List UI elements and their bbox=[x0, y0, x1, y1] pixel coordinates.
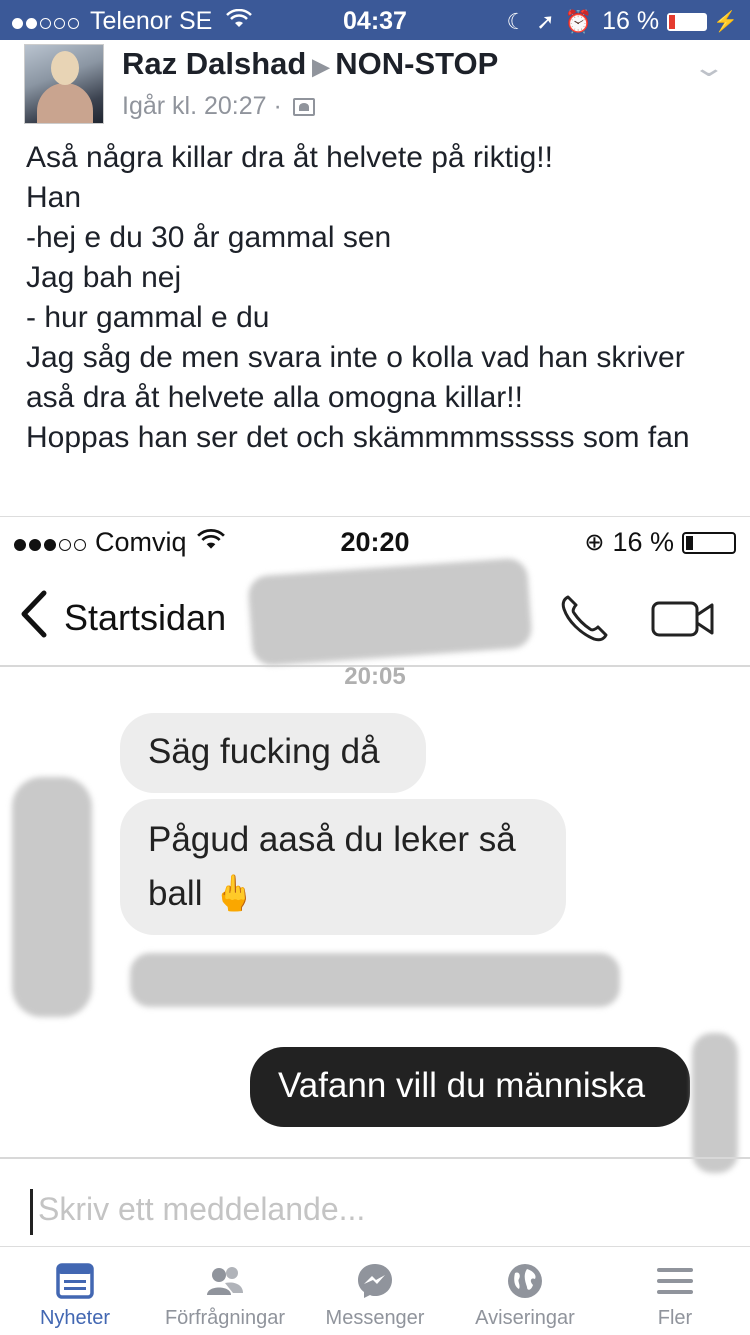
menu-icon bbox=[657, 1268, 693, 1294]
group-name[interactable]: NON-STOP bbox=[335, 46, 498, 81]
post-line: Aså några killar dra åt helvete på rikti… bbox=[26, 141, 553, 174]
redacted-sender-avatar bbox=[12, 777, 92, 1017]
status-bar: Telenor SE 04:37 ☾ ➚ ⏰ 16 % ⚡ bbox=[0, 0, 750, 40]
redacted-avatar bbox=[692, 1033, 738, 1173]
message-incoming: Säg fucking då bbox=[120, 713, 426, 793]
message-incoming: Pågud aaså du leker så ball 🖕 bbox=[120, 799, 566, 935]
bottom-tab-bar: Nyheter Förfrågningar Messenger Aviserin… bbox=[0, 1246, 750, 1334]
post-line: Jag såg de men svara inte o kolla vad ha… bbox=[26, 341, 694, 414]
post-line: Han bbox=[26, 181, 82, 214]
post-line: -hej e du 30 år gammal sen bbox=[26, 221, 392, 254]
avatar[interactable] bbox=[24, 44, 104, 124]
tab-label: Nyheter bbox=[39, 1307, 111, 1329]
post-meta: Igår kl. 20:27 · bbox=[122, 92, 315, 121]
redacted-contact-name bbox=[247, 557, 533, 667]
battery-icon bbox=[682, 531, 736, 554]
post-line: Jag bah nej bbox=[26, 261, 182, 294]
screenshot-status-right: ⊕ 16 % bbox=[584, 527, 736, 558]
text-cursor bbox=[30, 1189, 33, 1235]
screenshot-status-bar: Comviq 20:20 ⊕ 16 % bbox=[0, 517, 750, 567]
back-chevron-icon[interactable] bbox=[18, 589, 48, 639]
globe-icon bbox=[508, 1264, 542, 1298]
status-right: ☾ ➚ ⏰ 16 % ⚡ bbox=[497, 7, 738, 36]
message-text: Pågud aaså du leker så ball 🖕 bbox=[148, 820, 516, 913]
moon-icon: ☾ bbox=[506, 8, 527, 34]
charging-bolt-icon: ⚡ bbox=[713, 11, 738, 33]
tab-more[interactable]: Fler bbox=[600, 1247, 750, 1335]
video-call-icon[interactable] bbox=[650, 597, 716, 641]
tab-messenger[interactable]: Messenger bbox=[300, 1247, 450, 1335]
friend-requests-icon bbox=[207, 1267, 243, 1295]
tab-news-feed[interactable]: Nyheter bbox=[0, 1247, 150, 1335]
post-header: Raz Dalshad ▶ NON-STOP Igår kl. 20:27 · ⌄ bbox=[24, 44, 734, 124]
compose-placeholder: Skriv ett meddelande... bbox=[38, 1191, 366, 1227]
post-text: Aså några killar dra åt helvete på rikti… bbox=[26, 138, 736, 458]
message-compose-bar[interactable]: Skriv ett meddelande... bbox=[0, 1157, 750, 1246]
message-text: Säg fucking då bbox=[148, 732, 380, 771]
tab-notifications[interactable]: Aviseringar bbox=[450, 1247, 600, 1335]
battery-percent: 16 % bbox=[602, 7, 660, 35]
audience-group-icon bbox=[292, 98, 315, 117]
chevron-down-icon[interactable]: ⌄ bbox=[692, 52, 727, 83]
battery-icon bbox=[667, 12, 708, 31]
back-button-label[interactable]: Startsidan bbox=[64, 597, 226, 639]
screenshot-battery-percent: 16 % bbox=[612, 527, 674, 557]
tab-label: Messenger bbox=[325, 1307, 425, 1329]
rotation-lock-icon: ⊕ bbox=[584, 529, 605, 556]
redacted-text bbox=[130, 953, 620, 1007]
location-arrow-icon: ➚ bbox=[536, 8, 555, 34]
meta-separator: · bbox=[273, 92, 282, 120]
arrow-right-icon: ▶ bbox=[312, 54, 330, 79]
tab-label: Förfrågningar bbox=[164, 1307, 286, 1329]
post-image-screenshot[interactable]: Comviq 20:20 ⊕ 16 % Startsidan 20:05 Säg… bbox=[0, 516, 750, 1246]
tab-label: Aviseringar bbox=[475, 1307, 575, 1329]
tab-friend-requests[interactable]: Förfrågningar bbox=[150, 1247, 300, 1335]
tab-label: Fler bbox=[657, 1307, 693, 1329]
message-outgoing: Vafann vill du människa bbox=[250, 1047, 690, 1127]
conversation-nav-bar: Startsidan bbox=[0, 557, 750, 667]
post-line: Hoppas han ser det och skämmmmsssss som … bbox=[26, 421, 690, 454]
news-feed-icon bbox=[56, 1263, 94, 1299]
phone-call-icon[interactable] bbox=[556, 591, 612, 647]
author-name[interactable]: Raz Dalshad bbox=[122, 46, 306, 81]
messenger-icon bbox=[358, 1264, 392, 1298]
post-author-line: Raz Dalshad ▶ NON-STOP bbox=[122, 46, 498, 82]
conversation-timestamp: 20:05 bbox=[344, 663, 406, 690]
post-timestamp[interactable]: Igår kl. 20:27 bbox=[122, 92, 267, 120]
alarm-clock-icon: ⏰ bbox=[564, 8, 593, 34]
message-text: Vafann vill du människa bbox=[278, 1066, 646, 1105]
post-line: - hur gammal e du bbox=[26, 301, 270, 334]
